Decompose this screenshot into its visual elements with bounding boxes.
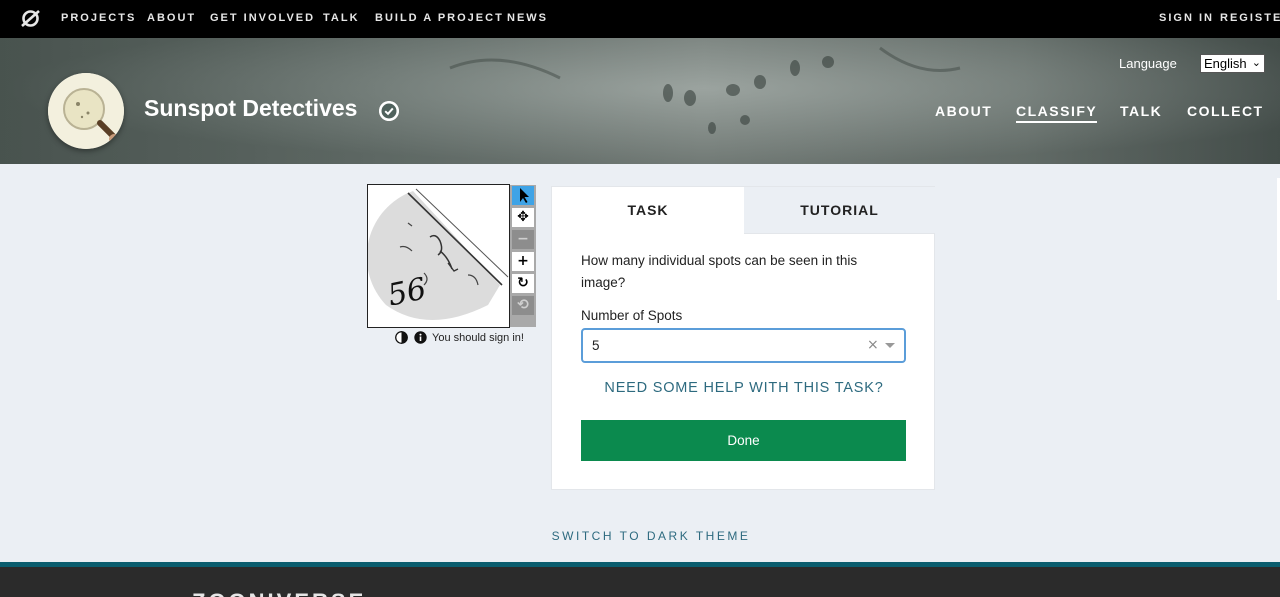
sunspot-drawing-image	[368, 185, 509, 327]
done-button[interactable]: Done	[581, 420, 906, 461]
footer-brand[interactable]: ZOONIVERSE	[192, 589, 366, 597]
zoom-out-icon[interactable]: −	[512, 230, 534, 249]
language-label: Language	[1119, 56, 1177, 71]
selected-value: 5	[592, 338, 600, 353]
info-icon[interactable]	[414, 331, 427, 344]
project-nav-collect[interactable]: COLLECT	[1187, 103, 1264, 119]
chevron-down-icon[interactable]	[885, 343, 895, 348]
dark-theme-toggle[interactable]: SWITCH TO DARK THEME	[0, 529, 1280, 543]
nav-get-involved[interactable]: GET INVOLVED	[210, 12, 315, 24]
clear-icon[interactable]: ×	[867, 337, 879, 353]
tab-task[interactable]: TASK	[552, 187, 744, 234]
task-question: How many individual spots can be seen in…	[581, 253, 858, 290]
nav-talk[interactable]: TALK	[323, 12, 360, 24]
help-link[interactable]: NEED SOME HELP WITH THIS TASK?	[552, 380, 936, 396]
contrast-icon[interactable]	[395, 331, 408, 344]
tab-tutorial[interactable]: TUTORIAL	[744, 187, 935, 234]
number-of-spots-label: Number of Spots	[581, 308, 683, 323]
nav-about[interactable]: ABOUT	[147, 12, 196, 24]
footer: ZOONIVERSE	[0, 567, 1280, 597]
nav-projects[interactable]: PROJECTS	[61, 12, 136, 24]
register-link[interactable]: REGISTER	[1220, 12, 1280, 24]
task-panel: TASK TUTORIAL How many individual spots …	[551, 186, 935, 490]
project-nav-about[interactable]: ABOUT	[935, 103, 992, 119]
magnifier-sun-icon	[48, 73, 124, 149]
top-navigation: PROJECTS ABOUT GET INVOLVED TALK BUILD A…	[0, 0, 1280, 38]
project-avatar[interactable]	[48, 73, 124, 149]
language-select[interactable]: English ⌄	[1200, 54, 1265, 73]
project-title[interactable]: Sunspot Detectives	[144, 95, 357, 122]
zoom-in-icon[interactable]: +	[512, 252, 534, 271]
sign-in-note: You should sign in!	[432, 332, 524, 344]
viewer-toolbar: ✥ − + ↻ ⟲	[510, 185, 536, 327]
number-of-spots-dropdown[interactable]: 5 ×	[581, 328, 906, 363]
rotate-icon[interactable]: ↻	[512, 274, 534, 293]
project-header: Sunspot Detectives Language English ⌄ AB…	[0, 38, 1280, 164]
sign-in-link[interactable]: SIGN IN	[1159, 12, 1214, 24]
zooniverse-logo-icon[interactable]	[20, 8, 41, 29]
language-value: English	[1204, 56, 1247, 71]
nav-build-a-project[interactable]: BUILD A PROJECT	[375, 12, 504, 24]
subject-image[interactable]: 56	[367, 184, 510, 328]
project-nav-classify[interactable]: CLASSIFY	[1016, 103, 1098, 123]
verified-check-icon	[379, 101, 399, 121]
reset-icon[interactable]: ⟲	[512, 296, 534, 315]
project-nav-talk[interactable]: TALK	[1120, 103, 1162, 119]
chevron-down-icon: ⌄	[1251, 57, 1261, 69]
nav-news[interactable]: NEWS	[507, 12, 548, 24]
pointer-icon[interactable]	[512, 186, 534, 205]
move-icon[interactable]: ✥	[512, 208, 534, 227]
